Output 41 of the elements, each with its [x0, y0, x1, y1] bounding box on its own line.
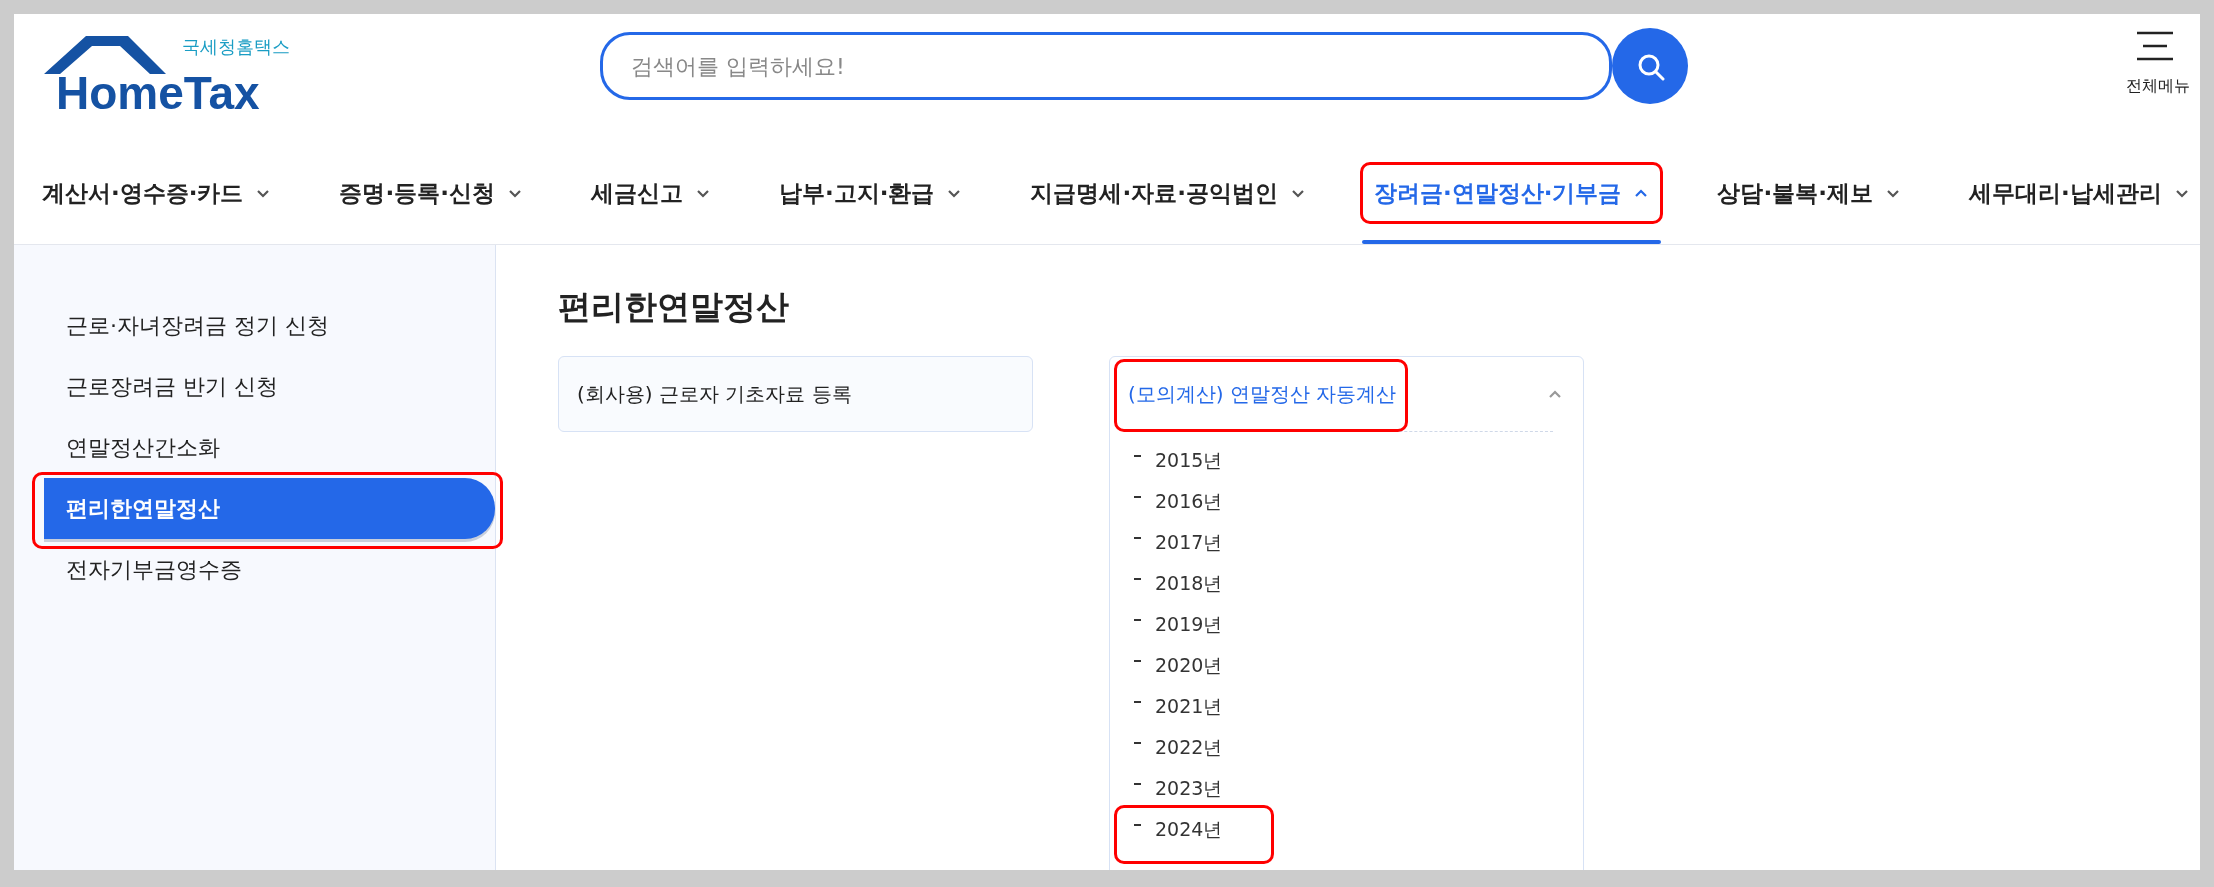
year-link[interactable]: 2021년	[1128, 686, 1288, 727]
logo-subtitle: 국세청홈택스	[182, 36, 290, 58]
year-link[interactable]: 2017년	[1128, 522, 1288, 563]
nav-tab[interactable]: 상담·불복·제보	[1705, 169, 1913, 217]
year-link[interactable]: 2020년	[1128, 645, 1288, 686]
logo-text: HomeTax	[56, 68, 260, 118]
dash-icon	[1134, 741, 1141, 744]
year-link[interactable]: 2018년	[1128, 563, 1288, 604]
year-link[interactable]: 2022년	[1128, 727, 1288, 768]
dash-icon	[1134, 700, 1141, 703]
nav-tab[interactable]: 장려금·연말정산·기부금	[1361, 169, 1662, 217]
card-link[interactable]: (모의계산) 연말정산 자동계산	[1128, 380, 1397, 408]
dash-icon	[1134, 782, 1141, 785]
nav-tab[interactable]: 납부·고지·환급	[766, 169, 975, 217]
dash-icon	[1134, 659, 1141, 662]
nav-tab[interactable]: 계산서·영수증·카드	[30, 169, 284, 217]
nav-tab[interactable]: 지급명세·자료·공익법인	[1018, 169, 1318, 217]
nav-tab[interactable]: 증명·등록·신청	[327, 169, 535, 217]
sidebar-item[interactable]: 연말정산간소화	[44, 417, 495, 478]
dash-icon	[1134, 495, 1141, 498]
dash-icon	[1134, 577, 1141, 580]
nav-tab[interactable]: 세무대리·납세관리	[1956, 169, 2200, 217]
sidebar-item[interactable]: 편리한연말정산	[44, 478, 495, 539]
sidebar-item[interactable]: 근로장려금 반기 신청	[44, 356, 495, 417]
year-link[interactable]: 2024년	[1128, 809, 1288, 850]
all-menu-label[interactable]: 전체메뉴	[2126, 76, 2190, 97]
dash-icon	[1134, 536, 1141, 539]
year-link[interactable]: 2019년	[1128, 604, 1288, 645]
year-link[interactable]: 2016년	[1128, 481, 1288, 522]
menu-icon	[2135, 30, 2175, 62]
sidebar-item[interactable]: 근로·자녀장려금 정기 신청	[44, 295, 495, 356]
sidebar-item[interactable]: 전자기부금영수증	[44, 539, 495, 600]
dash-icon	[1134, 823, 1141, 826]
year-link[interactable]: 2023년	[1128, 768, 1288, 809]
search-field[interactable]: 검색어를 입력하세요!	[600, 32, 1612, 100]
dash-icon	[1134, 618, 1141, 621]
card-link[interactable]: (회사용) 근로자 기초자료 등록	[577, 380, 852, 408]
page-title: 편리한연말정산	[558, 286, 790, 328]
nav-tab[interactable]: 세금신고	[578, 169, 723, 217]
year-link[interactable]: 2015년	[1128, 440, 1288, 481]
dash-icon	[1134, 454, 1141, 457]
